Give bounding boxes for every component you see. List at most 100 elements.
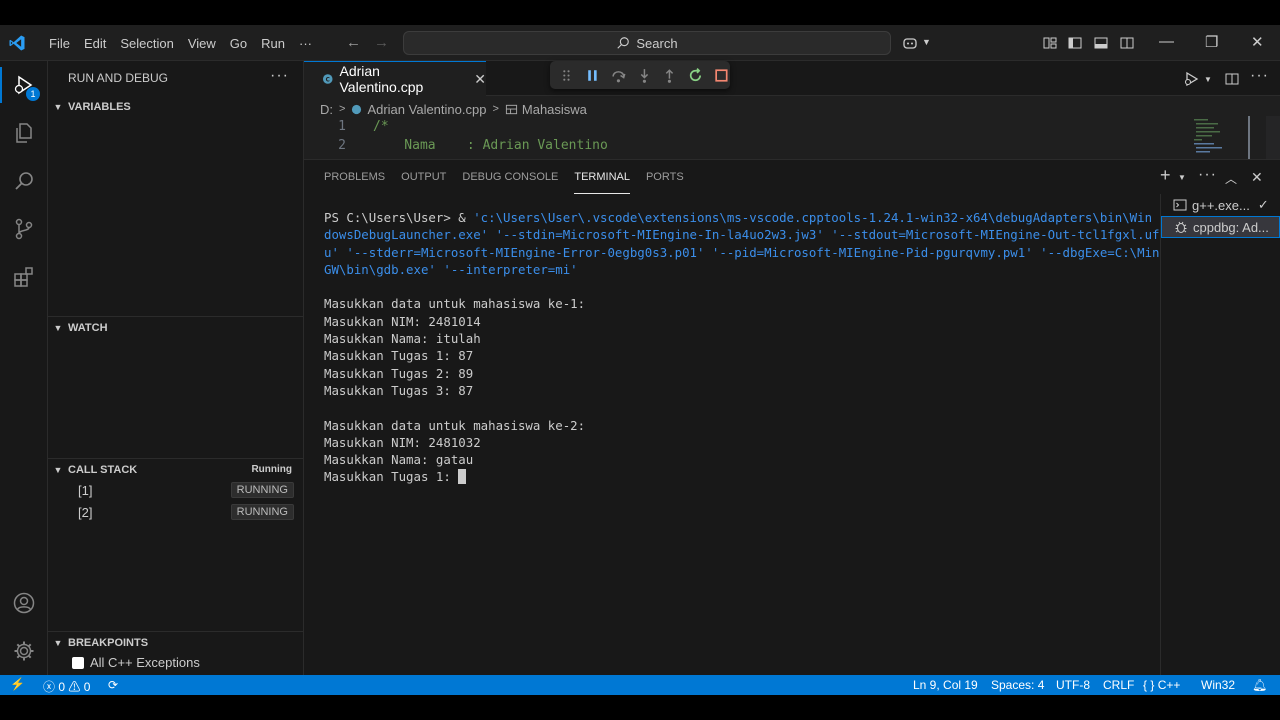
call-stack-section-header[interactable]: ▼ CALL STACK Running	[48, 458, 304, 480]
error-count: 0	[58, 680, 66, 694]
editor-more-icon[interactable]: ···	[1250, 67, 1269, 85]
minimap[interactable]	[1192, 116, 1252, 159]
restore-icon[interactable]: ❐	[1205, 33, 1218, 51]
letterbox-bottom	[0, 695, 1280, 720]
minimize-icon[interactable]: —	[1159, 33, 1174, 50]
close-panel-icon[interactable]: ✕	[1251, 169, 1263, 186]
editor-scrollbar[interactable]	[1266, 116, 1280, 159]
terminal-chevron-down-icon[interactable]: ▼	[1178, 173, 1186, 182]
customize-layout-icon[interactable]	[1042, 35, 1058, 51]
copilot-chevron-down-icon[interactable]: ▼	[922, 37, 931, 47]
variables-section-header[interactable]: ▼ VARIABLES	[48, 96, 304, 118]
check-icon: ✓	[1257, 197, 1269, 212]
cursor-position[interactable]: Ln 9, Col 19	[913, 678, 978, 692]
menu-more[interactable]: ···	[292, 36, 319, 51]
breakpoints-section-header[interactable]: ▼ BREAKPOINTS	[48, 631, 304, 653]
toggle-secondary-sidebar-icon[interactable]	[1119, 35, 1135, 51]
terminal-line: Masukkan Tugas 2: 89	[324, 365, 474, 381]
back-arrow-icon[interactable]: ←	[346, 34, 361, 51]
explorer-icon[interactable]	[12, 121, 36, 145]
run-and-debug-sidebar: RUN AND DEBUG ··· ▼ VARIABLES ▼ WATCH ▼ …	[48, 61, 304, 675]
step-into-icon[interactable]	[636, 67, 653, 84]
thread-item[interactable]: [2] RUNNING	[48, 502, 304, 524]
pause-icon[interactable]	[584, 67, 601, 84]
thread-item[interactable]: [1] RUNNING	[48, 480, 304, 502]
run-debug-play-icon[interactable]	[1184, 71, 1202, 87]
debug-status-icon[interactable]: ⟳	[108, 678, 118, 692]
encoding[interactable]: UTF-8	[1056, 678, 1090, 692]
drag-handle-icon[interactable]	[558, 67, 575, 84]
stop-icon[interactable]	[713, 67, 730, 84]
breadcrumb-drive[interactable]: D:	[320, 102, 333, 117]
chevron-down-icon: ▼	[53, 102, 63, 112]
accounts-icon[interactable]	[12, 591, 36, 615]
tab-terminal[interactable]: TERMINAL	[574, 160, 630, 194]
tab-problems[interactable]: PROBLEMS	[324, 160, 385, 194]
tab-output[interactable]: OUTPUT	[401, 160, 446, 194]
editor-tab-strip: C++ C Adrian Valentino.cpp ✕ ▼ ···	[304, 61, 1280, 96]
watch-section-header[interactable]: ▼ WATCH	[48, 316, 304, 338]
terminal-amp: &	[450, 210, 474, 225]
close-tab-icon[interactable]: ✕	[474, 71, 486, 88]
terminal-output[interactable]: PS C:\Users\User> & 'c:\Users\User\.vsco…	[324, 209, 1160, 486]
terminal-cursor	[458, 469, 467, 485]
problems-indicator[interactable]: ⓧ 0 ⚠ 0	[43, 678, 90, 695]
thread-status-badge: RUNNING	[230, 504, 294, 520]
tab-label: Adrian Valentino.cpp	[339, 63, 424, 95]
forward-arrow-icon[interactable]: →	[374, 34, 389, 51]
maximize-panel-chevron-up-icon[interactable]: ︿	[1225, 170, 1237, 187]
active-indicator	[0, 67, 2, 103]
menu-edit[interactable]: Edit	[77, 36, 113, 51]
terminal-line: Masukkan Tugas 3: 87	[324, 382, 474, 398]
menu-run[interactable]: Run	[254, 36, 292, 51]
remote-indicator-icon[interactable]: ⚡	[10, 677, 25, 691]
step-out-icon[interactable]	[661, 67, 678, 84]
breadcrumb-chevron-icon: >	[339, 103, 346, 115]
breadcrumb-symbol[interactable]: Mahasiswa	[522, 102, 587, 117]
source-control-icon[interactable]	[12, 217, 36, 241]
menu-selection[interactable]: Selection	[113, 36, 180, 51]
step-over-icon[interactable]	[610, 67, 627, 84]
extensions-icon[interactable]	[12, 265, 36, 289]
new-terminal-plus-icon[interactable]: +	[1160, 165, 1171, 186]
search-sidebar-icon[interactable]	[12, 169, 36, 193]
tab-ports[interactable]: PORTS	[646, 160, 684, 194]
menu-file[interactable]: File	[42, 36, 77, 51]
editor-tab[interactable]: C++ C Adrian Valentino.cpp ✕	[304, 61, 486, 96]
status-bar: ⚡ ⓧ 0 ⚠ 0 ⟳ Ln 9, Col 19 Spaces: 4 UTF-8…	[0, 675, 1280, 695]
menu-view[interactable]: View	[181, 36, 223, 51]
sidebar-more-icon[interactable]: ···	[270, 67, 289, 85]
close-window-icon[interactable]: ✕	[1251, 33, 1264, 51]
tab-debug-console[interactable]: DEBUG CONSOLE	[462, 160, 558, 194]
run-chevron-down-icon[interactable]: ▼	[1204, 75, 1212, 84]
copilot-icon[interactable]	[902, 35, 918, 51]
warning-count: 0	[83, 680, 91, 694]
platform[interactable]: Win32	[1201, 678, 1235, 692]
terminal-command: dowsDebugLauncher.exe' '--stdin=Microsof…	[324, 227, 1160, 243]
error-icon: ⓧ	[43, 680, 56, 694]
breadcrumb-file[interactable]: Adrian Valentino.cpp	[367, 102, 486, 117]
end-of-line[interactable]: CRLF	[1103, 678, 1134, 692]
command-center-search[interactable]: Search	[403, 31, 891, 55]
toggle-panel-icon[interactable]	[1093, 35, 1109, 51]
call-stack-title: CALL STACK	[68, 463, 138, 476]
split-editor-icon[interactable]	[1224, 71, 1240, 87]
manage-gear-icon[interactable]	[12, 639, 36, 663]
menu-go[interactable]: Go	[223, 36, 254, 51]
all-cpp-exceptions-checkbox[interactable]	[72, 656, 84, 669]
chevron-down-icon: ▼	[53, 464, 63, 475]
terminal-tab-cppdbg[interactable]: cppdbg: Ad...	[1161, 216, 1280, 238]
indentation[interactable]: Spaces: 4	[991, 678, 1044, 692]
notifications-bell-icon[interactable]: 🔔︎	[1252, 678, 1267, 692]
language-mode[interactable]: { } C++	[1143, 678, 1180, 692]
variables-title: VARIABLES	[68, 101, 131, 113]
terminal-tab-label: cppdbg: Ad...	[1193, 219, 1269, 235]
restart-icon[interactable]	[687, 67, 704, 84]
terminal-tab-gpp[interactable]: g++.exe... ✓	[1161, 194, 1280, 216]
bottom-panel: PROBLEMS OUTPUT DEBUG CONSOLE TERMINAL P…	[304, 159, 1280, 676]
toggle-primary-sidebar-icon[interactable]	[1067, 35, 1083, 51]
terminal-prompt: PS C:\Users\User>	[324, 210, 451, 225]
code-text: /*	[373, 119, 389, 134]
editor-area: C++ C Adrian Valentino.cpp ✕ ▼ ··· D: > …	[304, 61, 1280, 159]
panel-more-icon[interactable]: ···	[1198, 166, 1217, 184]
